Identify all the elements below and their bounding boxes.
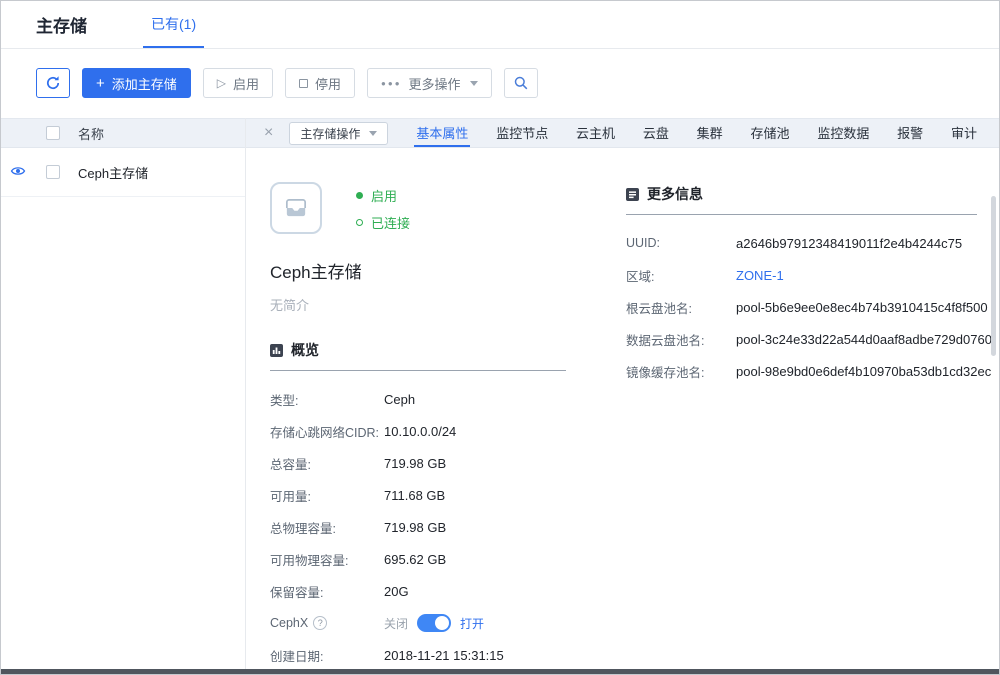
more-info-section-heading: 更多信息 (626, 184, 977, 215)
field-uuid: UUID: a2646b97912348419011f2e4b4244c75 (626, 227, 977, 259)
detail-body: 启用 已连接 Ceph主存储 无简介 (246, 148, 999, 669)
tab-basic-properties[interactable]: 基本属性 (414, 119, 470, 147)
table-row[interactable]: Ceph主存储 (1, 148, 245, 197)
field-type: 类型: Ceph (270, 383, 566, 415)
tab-existing[interactable]: 已有(1) (143, 1, 204, 48)
detail-pane: × 主存储操作 基本属性 监控节点 云主机 云盘 集群 存储池 监控数据 报警 … (246, 118, 999, 669)
select-all-checkbox[interactable] (46, 126, 60, 140)
status-enabled: 启用 (356, 186, 410, 205)
toggle-knob (435, 616, 449, 630)
primary-storage-icon (270, 182, 322, 234)
main-area: 名称 Ceph主存储 × 主存储操作 (1, 118, 999, 669)
field-data-volume-pool: 数据云盘池名: pool-3c24e33d22a544d0aaf8adbe729… (626, 323, 977, 355)
add-button-label: 添加主存储 (112, 74, 177, 93)
more-info-heading-label: 更多信息 (647, 184, 703, 204)
close-icon[interactable]: × (264, 125, 273, 141)
search-icon (513, 75, 529, 91)
name-column-header: 名称 (78, 124, 104, 143)
storage-row-name[interactable]: Ceph主存储 (78, 163, 148, 182)
chevron-down-icon (369, 131, 377, 136)
refresh-button[interactable] (36, 68, 70, 98)
disable-button-label: 停用 (315, 74, 341, 93)
field-available-physical-capacity: 可用物理容量: 695.62 GB (270, 543, 566, 575)
tab-alarms[interactable]: 报警 (895, 119, 925, 147)
enable-button[interactable]: ▷ 启用 (203, 68, 273, 98)
field-heartbeat-cidr: 存储心跳网络CIDR: 10.10.0.0/24 (270, 415, 566, 447)
field-zone: 区域: ZONE-1 (626, 259, 977, 291)
tab-audit[interactable]: 审计 (949, 119, 979, 147)
field-reserved-capacity: 保留容量: 20G (270, 575, 566, 607)
detail-head-row: 启用 已连接 (270, 182, 566, 234)
more-actions-button[interactable]: ●●● 更多操作 (367, 68, 492, 98)
field-root-volume-pool: 根云盘池名: pool-5b6e9ee0e8ec4b74b3910415c4f8… (626, 291, 977, 323)
detail-title: Ceph主存储 (270, 258, 566, 283)
detail-left-column: 启用 已连接 Ceph主存储 无简介 (270, 182, 566, 669)
tab-clusters[interactable]: 集群 (695, 119, 725, 147)
status-enabled-label: 启用 (371, 186, 397, 205)
field-cephx: CephX ? 关闭 打开 (270, 607, 566, 639)
page-header: 主存储 已有(1) (1, 1, 999, 49)
status-connected: 已连接 (356, 213, 410, 232)
row-checkbox[interactable] (46, 165, 60, 179)
disable-button[interactable]: 停用 (285, 68, 355, 98)
play-icon: ▷ (217, 76, 226, 90)
tab-monitor-data[interactable]: 监控数据 (815, 119, 871, 147)
field-total-capacity: 总容量: 719.98 GB (270, 447, 566, 479)
field-create-date: 创建日期: 2018-11-21 15:31:15 (270, 639, 566, 669)
status-list: 启用 已连接 (356, 182, 410, 232)
add-primary-storage-button[interactable]: + 添加主存储 (82, 68, 191, 98)
refresh-icon (45, 75, 61, 91)
overview-icon (270, 344, 283, 357)
detail-right-column: 更多信息 UUID: a2646b97912348419011f2e4b4244… (626, 182, 977, 669)
field-available-capacity: 可用量: 711.68 GB (270, 479, 566, 511)
plus-icon: + (96, 76, 105, 91)
detail-scrollbar[interactable] (991, 196, 996, 356)
cephx-on-label: 打开 (460, 615, 484, 632)
connected-dot-icon (356, 219, 363, 226)
page-title: 主存储 (36, 12, 87, 37)
search-button[interactable] (504, 68, 538, 98)
cephx-toggle[interactable] (417, 614, 451, 632)
field-total-physical-capacity: 总物理容量: 719.98 GB (270, 511, 566, 543)
cephx-off-label: 关闭 (384, 615, 408, 632)
enable-button-label: 启用 (233, 74, 259, 93)
storage-actions-dropdown[interactable]: 主存储操作 (289, 122, 388, 145)
enabled-dot-icon (356, 192, 363, 199)
tab-monitor-nodes[interactable]: 监控节点 (494, 119, 550, 147)
overview-heading-label: 概览 (291, 340, 319, 360)
status-connected-label: 已连接 (371, 213, 410, 232)
stop-icon (299, 79, 308, 88)
zone-link[interactable]: ZONE-1 (736, 268, 784, 283)
primary-storage-page: 主存储 已有(1) + 添加主存储 ▷ 启用 停用 ●●● 更多操作 (0, 0, 1000, 675)
eye-icon[interactable] (10, 165, 26, 180)
help-icon[interactable]: ? (313, 616, 327, 630)
tab-storage-pools[interactable]: 存储池 (749, 119, 792, 147)
list-header: 名称 (1, 118, 245, 148)
more-info-fields: UUID: a2646b97912348419011f2e4b4244c75 区… (626, 227, 977, 387)
detail-header-band: × 主存储操作 基本属性 监控节点 云主机 云盘 集群 存储池 监控数据 报警 … (246, 118, 999, 148)
dots-icon: ●●● (381, 79, 402, 88)
window-bottom-edge (1, 669, 999, 674)
storage-list-pane: 名称 Ceph主存储 (1, 118, 246, 669)
overview-section-heading: 概览 (270, 340, 566, 371)
more-info-icon (626, 188, 639, 201)
detail-subtitle: 无简介 (270, 295, 566, 314)
cephx-label: CephX (270, 616, 308, 630)
toolbar: + 添加主存储 ▷ 启用 停用 ●●● 更多操作 (1, 49, 999, 117)
detail-tabs: 基本属性 监控节点 云主机 云盘 集群 存储池 监控数据 报警 审计 (414, 119, 985, 147)
tab-volumes[interactable]: 云盘 (641, 119, 671, 147)
field-image-cache-pool: 镜像缓存池名: pool-98e9bd0e6def4b10970ba53db1c… (626, 355, 977, 387)
more-actions-label: 更多操作 (409, 74, 461, 93)
overview-fields: 类型: Ceph 存储心跳网络CIDR: 10.10.0.0/24 总容量: 7… (270, 383, 566, 669)
chevron-down-icon (470, 81, 478, 86)
tab-vm-instances[interactable]: 云主机 (574, 119, 617, 147)
storage-actions-label: 主存储操作 (300, 125, 360, 142)
